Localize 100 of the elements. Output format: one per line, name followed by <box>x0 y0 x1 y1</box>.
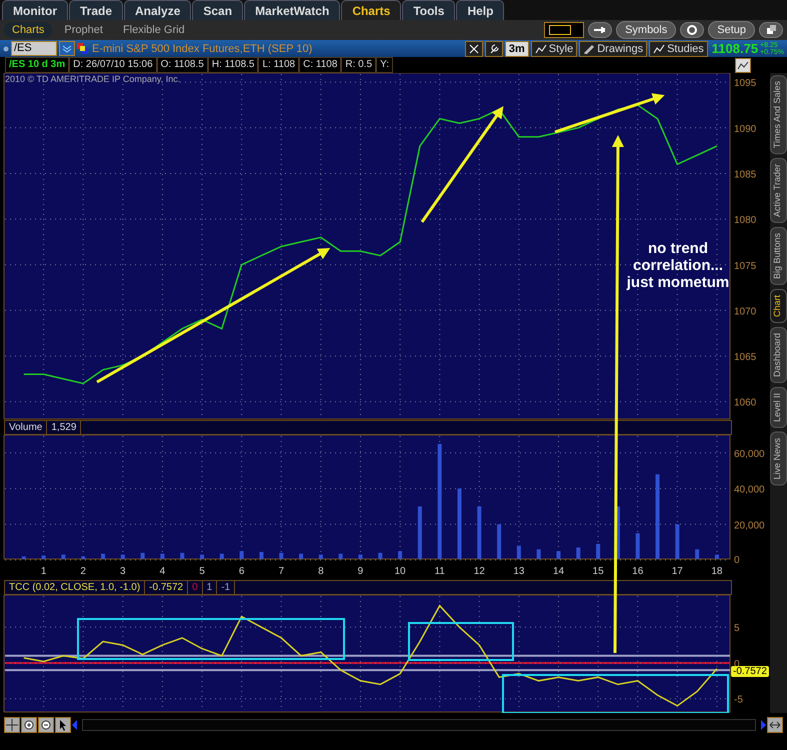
axis-label: 15 <box>592 566 604 577</box>
axis-label: 1 <box>40 566 46 577</box>
level-label: -1 <box>217 581 236 594</box>
axis-label: 1060 <box>734 398 756 409</box>
side-tab[interactable]: Big Buttons <box>770 227 787 286</box>
volume-bar <box>477 506 482 559</box>
side-tab[interactable]: Dashboard <box>770 327 787 384</box>
study-icon <box>653 44 666 54</box>
quote-field: R: 0.5 <box>341 57 376 73</box>
axis-label: 1095 <box>734 78 756 90</box>
main-tab[interactable]: Analyze <box>124 0 192 20</box>
expand-button[interactable] <box>767 717 783 733</box>
tools-button[interactable] <box>464 40 483 56</box>
volume-bar <box>418 506 422 559</box>
chart-button[interactable] <box>735 58 751 72</box>
toolbar-button[interactable] <box>21 717 37 733</box>
scroll-left-icon[interactable] <box>72 720 77 730</box>
volume-bar <box>457 488 462 559</box>
axis-label: 9 <box>358 566 364 577</box>
axis-label: 3 <box>120 566 126 577</box>
line-chart-icon <box>534 44 547 54</box>
copyright-text: 2010 © TD AMERITRADE IP Company, Inc. <box>5 74 180 84</box>
volume-bar <box>279 552 284 559</box>
axis-label: 14 <box>552 566 564 577</box>
axis-label: 6 <box>238 566 244 577</box>
volume-bar <box>259 552 264 559</box>
zoom-in-icon <box>23 719 35 731</box>
main-tab[interactable]: Trade <box>69 0 124 20</box>
toolbar-button[interactable]: Studies <box>649 40 708 56</box>
volume-bar <box>81 556 86 559</box>
quote-field: Y: <box>376 57 393 73</box>
squares-icon <box>77 42 88 54</box>
axis-label: 17 <box>672 566 683 577</box>
level-label: 0 <box>188 581 203 594</box>
volume-bar <box>101 554 106 559</box>
interval-button[interactable]: 3m <box>504 40 529 56</box>
axis-label: 2 <box>80 566 86 577</box>
caret-icon <box>63 44 71 52</box>
axis-label: 18 <box>711 566 722 577</box>
panel-value: 1,529 <box>47 421 82 434</box>
volume-bar <box>140 552 145 559</box>
volume-bar <box>378 552 382 559</box>
side-tab[interactable]: Chart <box>770 289 787 324</box>
volume-bar <box>160 554 164 559</box>
quote-field: H: 1108.5 <box>208 57 258 73</box>
study-value: -0.7572 <box>145 581 188 594</box>
setup-button[interactable]: Setup <box>708 21 755 39</box>
last-price: 1108.75 <box>712 41 758 56</box>
symbols-button[interactable]: Symbols <box>616 21 676 39</box>
volume-bar <box>556 551 560 559</box>
main-tab[interactable]: Help <box>456 0 504 20</box>
volume-bar <box>516 546 521 559</box>
volume-bar <box>714 554 719 559</box>
axis-label: 4 <box>160 566 166 577</box>
main-tab[interactable]: Monitor <box>2 0 68 20</box>
toolbar-button[interactable]: Style <box>530 40 578 56</box>
volume-bar <box>318 554 323 559</box>
sub-tab[interactable]: Charts <box>4 22 52 38</box>
side-tab[interactable]: Times And Sales <box>770 75 787 154</box>
volume-bar <box>636 533 640 559</box>
chart-title: /ES 10 d 3m <box>5 57 70 73</box>
side-tab[interactable]: Level II <box>770 387 787 428</box>
sub-tab[interactable]: Flexible Grid <box>114 22 193 38</box>
side-tab[interactable]: Live News <box>770 432 787 486</box>
volume-bar <box>42 556 46 559</box>
scrollbar[interactable] <box>82 719 756 731</box>
toolbar-button[interactable] <box>55 717 71 733</box>
volume-bar <box>220 554 224 559</box>
toolbar-button[interactable]: Drawings <box>579 40 648 56</box>
detach-button[interactable] <box>759 22 783 38</box>
volume-bar <box>576 548 580 559</box>
axis-label: 5 <box>734 623 740 634</box>
volume-bar <box>200 554 204 559</box>
toolbar-button[interactable] <box>38 717 54 733</box>
quote-field: C: 1108 <box>299 57 342 73</box>
grid-icon <box>6 719 18 731</box>
volume-bar <box>398 551 402 559</box>
main-tab[interactable]: Scan <box>192 0 244 20</box>
color-swatch[interactable] <box>544 22 584 38</box>
side-tab[interactable]: Active Trader <box>770 158 787 224</box>
cursor-icon <box>57 719 69 731</box>
dropdown-button[interactable] <box>59 41 75 56</box>
volume-bar <box>299 554 304 559</box>
axis-label: 7 <box>278 566 284 577</box>
volume-bar <box>497 524 502 559</box>
volume-bar <box>358 554 362 559</box>
axis-label: 13 <box>513 566 524 577</box>
axis-label: 8 <box>318 566 324 577</box>
axis-label: 20,000 <box>734 520 765 532</box>
symbol-field[interactable]: /ES <box>11 41 57 56</box>
main-tab[interactable]: MarketWatch <box>244 0 340 20</box>
toolbar-button[interactable] <box>4 717 20 733</box>
sub-tab[interactable]: Prophet <box>56 22 111 38</box>
axis-label: 11 <box>434 566 445 577</box>
volume-bar <box>180 552 184 559</box>
volume-bar <box>675 524 680 559</box>
axis-label: 16 <box>632 566 644 577</box>
main-tab[interactable]: Charts <box>341 0 402 20</box>
main-tab[interactable]: Tools <box>402 0 456 20</box>
zoom-out-icon <box>40 719 52 731</box>
